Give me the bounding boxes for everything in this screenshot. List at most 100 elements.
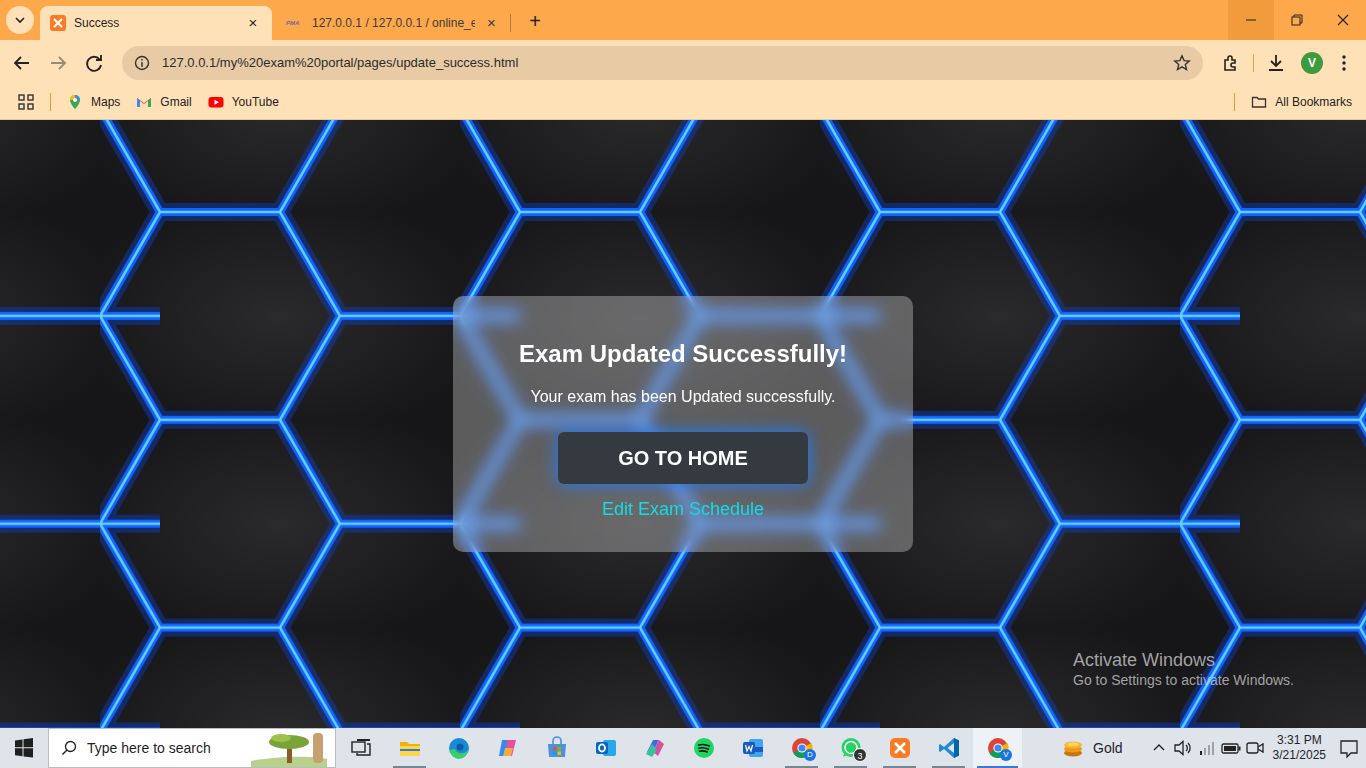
system-tray bbox=[1147, 736, 1267, 760]
reload-icon[interactable] bbox=[80, 49, 108, 77]
restore-icon[interactable] bbox=[1274, 0, 1320, 40]
forward-arrow-icon[interactable] bbox=[44, 49, 72, 77]
meet-now-icon[interactable] bbox=[1243, 736, 1267, 760]
copilot-icon bbox=[496, 736, 520, 760]
taskbar-app[interactable] bbox=[385, 728, 434, 768]
menu-dots-icon[interactable] bbox=[1330, 49, 1358, 77]
gmail-icon bbox=[136, 94, 152, 110]
edit-schedule-link[interactable]: Edit Exam Schedule bbox=[602, 498, 764, 520]
address-bar[interactable]: 127.0.0.1/my%20exam%20portal/pages/updat… bbox=[122, 46, 1203, 80]
success-message: Your exam has been Updated successfully. bbox=[483, 387, 883, 406]
taskbar-app[interactable] bbox=[630, 728, 679, 768]
toolbar-separator bbox=[1253, 54, 1254, 72]
success-title: Exam Updated Successfully! bbox=[483, 340, 883, 369]
notification-badge: 3 bbox=[853, 748, 867, 762]
running-indicator bbox=[977, 766, 1018, 768]
activation-watermark: Activate WindowsGo to Settings to activa… bbox=[1073, 649, 1294, 689]
gold-coins-icon bbox=[1061, 736, 1085, 760]
notifications-icon[interactable] bbox=[1332, 728, 1366, 768]
watermark-title: Activate Windows bbox=[1073, 649, 1294, 671]
vscode-icon bbox=[937, 736, 961, 760]
clock-time[interactable]: 3:31 PM bbox=[1273, 733, 1326, 748]
outlook-icon bbox=[594, 736, 618, 760]
success-card: Exam Updated Successfully! Your exam has … bbox=[453, 296, 913, 552]
network-icon[interactable] bbox=[1195, 736, 1219, 760]
tab-label[interactable]: 127.0.0.1 / 127.0.0.1 / online_ex bbox=[312, 14, 475, 32]
taskbar-app[interactable]: 3 bbox=[826, 728, 875, 768]
tab-label[interactable]: Success bbox=[74, 14, 236, 32]
xampp-favicon-icon bbox=[50, 15, 66, 31]
page-content: Exam Updated Successfully! Your exam has … bbox=[0, 120, 1366, 728]
taskbar-app[interactable] bbox=[581, 728, 630, 768]
battery-icon[interactable] bbox=[1219, 736, 1243, 760]
profile-badge: V bbox=[1000, 749, 1012, 761]
edge-icon bbox=[447, 736, 471, 760]
watermark-subtitle: Go to Settings to activate Windows. bbox=[1073, 671, 1294, 689]
tab-search-button[interactable] bbox=[6, 6, 34, 34]
tray-chevron-icon[interactable] bbox=[1147, 736, 1171, 760]
back-arrow-icon[interactable] bbox=[8, 49, 36, 77]
tree-illustration-icon bbox=[251, 729, 327, 767]
search-field[interactable] bbox=[77, 737, 251, 760]
tab-close-button[interactable]: × bbox=[244, 14, 262, 32]
bookmark-item[interactable]: YouTube bbox=[208, 93, 279, 111]
bookmark-item[interactable]: Gmail bbox=[136, 93, 191, 111]
all-bookmarks-label[interactable]: All Bookmarks bbox=[1275, 93, 1352, 111]
clock-date[interactable]: 3/21/2025 bbox=[1273, 748, 1326, 763]
browser-tab[interactable]: PMA 127.0.0.1 / 127.0.0.1 / online_ex × bbox=[276, 6, 510, 40]
profile-badge: D bbox=[804, 749, 816, 761]
weather-widget[interactable]: Gold bbox=[1061, 736, 1123, 760]
clock[interactable]: 3:31 PM3/21/2025 bbox=[1267, 733, 1332, 763]
bookmarks-separator bbox=[50, 93, 51, 111]
all-bookmarks-button[interactable]: All Bookmarks bbox=[1251, 93, 1352, 111]
minimize-icon[interactable] bbox=[1228, 0, 1274, 40]
pma-favicon: PMA bbox=[286, 19, 304, 28]
tab-close-button[interactable]: × bbox=[483, 14, 500, 32]
close-icon[interactable] bbox=[1320, 0, 1366, 40]
windows-start-icon[interactable] bbox=[0, 728, 48, 768]
chevron-down-icon bbox=[14, 14, 26, 26]
speaker-icon[interactable] bbox=[1171, 736, 1195, 760]
info-icon[interactable] bbox=[134, 55, 150, 71]
taskbar-app[interactable]: D bbox=[777, 728, 826, 768]
running-indicator bbox=[785, 766, 818, 768]
maps-pin-icon bbox=[67, 94, 83, 110]
bookmark-label[interactable]: Maps bbox=[91, 93, 120, 111]
new-tab-button[interactable]: + bbox=[521, 6, 549, 36]
bookmark-label[interactable]: YouTube bbox=[232, 93, 279, 111]
running-indicator bbox=[834, 766, 867, 768]
bookmark-label[interactable]: Gmail bbox=[160, 93, 191, 111]
extensions-icon[interactable] bbox=[1217, 49, 1245, 77]
taskbar-search[interactable] bbox=[48, 728, 336, 768]
address-text[interactable]: 127.0.0.1/my%20exam%20portal/pages/updat… bbox=[162, 53, 1165, 73]
taskbar-app[interactable] bbox=[336, 728, 385, 768]
store-icon bbox=[545, 736, 569, 760]
weather-label[interactable]: Gold bbox=[1093, 738, 1123, 759]
taskbar-app[interactable] bbox=[728, 728, 777, 768]
running-indicator bbox=[883, 766, 916, 768]
browser-tab[interactable]: Success × bbox=[40, 6, 272, 40]
browser-toolbar: 127.0.0.1/my%20exam%20portal/pages/updat… bbox=[0, 40, 1366, 85]
explorer-icon bbox=[398, 736, 422, 760]
word-icon bbox=[741, 736, 765, 760]
bookmark-item[interactable]: Maps bbox=[67, 93, 120, 111]
search-icon bbox=[61, 740, 77, 756]
home-button[interactable]: GO TO HOME bbox=[558, 432, 808, 484]
running-indicator bbox=[932, 766, 965, 768]
bookmarks-bar: Maps Gmail YouTube All Bookmarks bbox=[0, 85, 1366, 120]
folder-icon bbox=[1251, 94, 1267, 110]
taskbar-app[interactable] bbox=[679, 728, 728, 768]
taskbar-app[interactable] bbox=[875, 728, 924, 768]
taskbar-app[interactable]: V bbox=[973, 728, 1022, 768]
profile-button[interactable]: V bbox=[1298, 49, 1326, 77]
profile-avatar[interactable]: V bbox=[1301, 52, 1323, 74]
spotify-icon bbox=[692, 736, 716, 760]
taskbar-app[interactable] bbox=[483, 728, 532, 768]
apps-grid-icon[interactable] bbox=[18, 94, 34, 110]
star-icon[interactable] bbox=[1173, 54, 1191, 72]
taskbar-app[interactable] bbox=[434, 728, 483, 768]
download-icon[interactable] bbox=[1262, 49, 1290, 77]
taskbar-app[interactable] bbox=[532, 728, 581, 768]
m365-icon bbox=[643, 736, 667, 760]
taskbar-app[interactable] bbox=[924, 728, 973, 768]
